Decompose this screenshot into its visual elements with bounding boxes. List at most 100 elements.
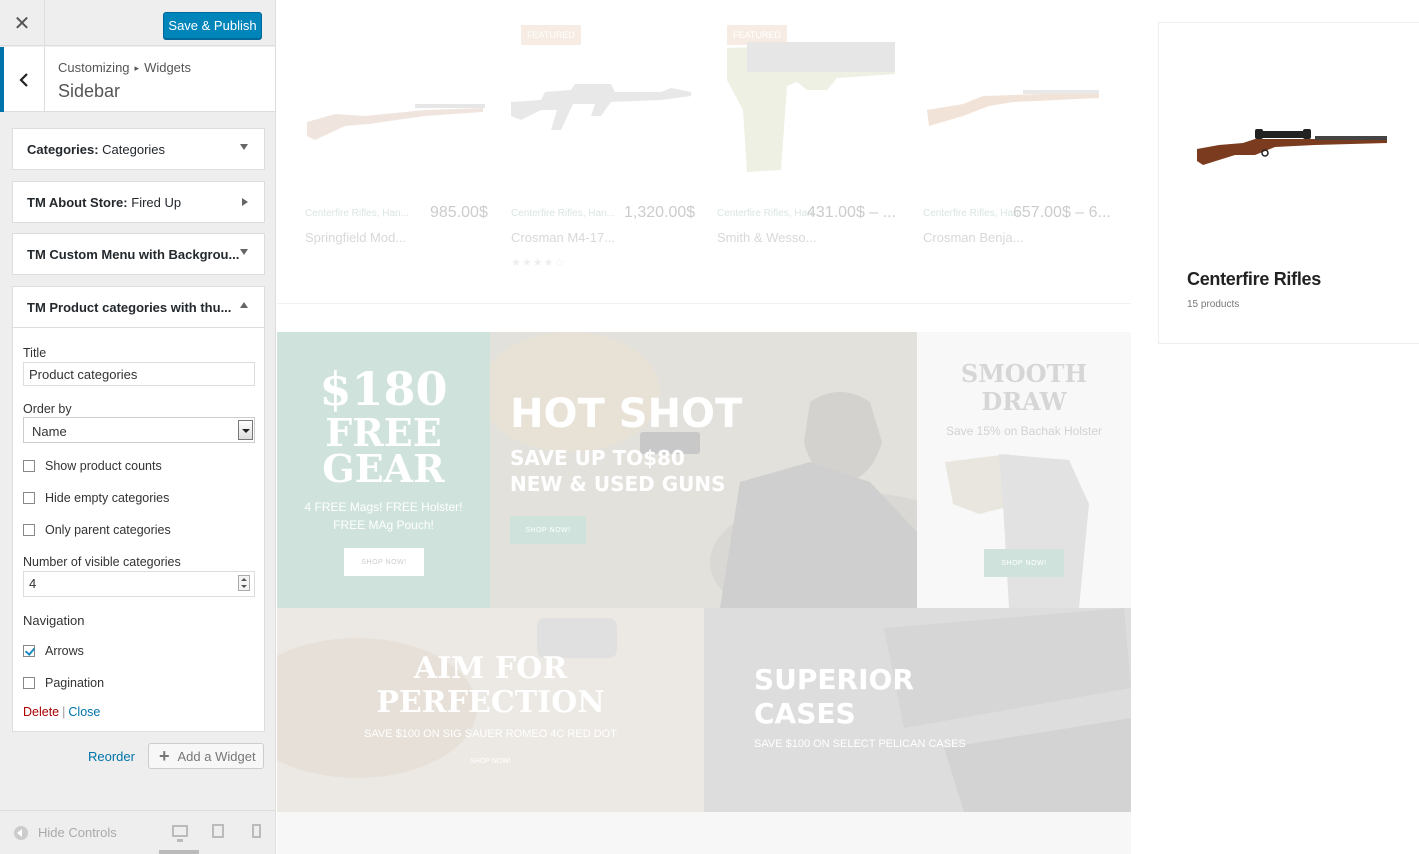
widget-header[interactable]: TM Custom Menu with Backgrou... (13, 234, 264, 274)
customizer-footer: Hide Controls (0, 810, 275, 854)
expand-arrow-icon[interactable] (240, 249, 248, 255)
product-price: 657.00$ – 6... (1013, 204, 1111, 221)
show-counts-row[interactable]: Show product counts (23, 459, 162, 473)
product-price: 1,320.00$ (624, 204, 696, 221)
banner-smooth-draw[interactable]: SMOOTH DRAW Save 15% on Bachak Holster S… (917, 332, 1131, 608)
widget-form: Title Product categories Order by Name S… (13, 327, 264, 731)
shop-now-link[interactable]: SHOP NOW! (277, 758, 704, 765)
collapse-arrow-icon[interactable] (240, 302, 248, 308)
only-parent-row[interactable]: Only parent categories (23, 523, 171, 537)
widget-product-categories[interactable]: TM Product categories with thu... Title … (12, 286, 265, 732)
widget-header[interactable]: TM Product categories with thu... (13, 287, 264, 327)
holster-image (945, 454, 1089, 608)
tablet-preview-icon[interactable] (212, 824, 224, 838)
product-category[interactable]: Centerfire Rifles, Han... (923, 208, 1027, 219)
product-name[interactable]: Smith & Wesso... (717, 230, 816, 245)
category-title[interactable]: Centerfire Rifles (1187, 269, 1321, 290)
preview-bottom-strip (277, 812, 1131, 854)
product-card[interactable]: Centerfire Rifles, Han... 985.00$ Spring… (305, 0, 488, 290)
title-input[interactable]: Product categories (23, 362, 255, 386)
breadcrumb-parent: Customizing (58, 60, 130, 75)
widget-title: Fired Up (131, 194, 182, 210)
reorder-link[interactable]: Reorder (88, 749, 135, 764)
product-card[interactable]: FEATURED Centerfire Rifles, Han... 431.0… (717, 0, 897, 290)
banner-subtext: SAVE $100 ON SIG SAUER ROMEO 4C RED DOT (364, 728, 617, 740)
arrows-row[interactable]: Arrows (23, 644, 84, 658)
widget-header[interactable]: Categories: Categories (13, 129, 264, 169)
close-link[interactable]: Close (68, 705, 100, 719)
title-label: Title (23, 346, 47, 360)
widget-about-store[interactable]: TM About Store: Fired Up (12, 181, 265, 223)
banner-title: SUPERIOR (754, 663, 914, 696)
back-arrow-icon[interactable] (0, 47, 45, 112)
product-name[interactable]: Crosman Benja... (923, 230, 1023, 245)
expand-arrow-icon[interactable] (240, 144, 248, 150)
plus-icon: + (159, 745, 170, 766)
banner-superior-cases[interactable]: SUPERIOR CASES SAVE $100 ON SELECT PELIC… (704, 608, 1131, 812)
close-icon[interactable]: ✕ (0, 0, 45, 46)
hide-empty-row[interactable]: Hide empty categories (23, 491, 169, 505)
product-rating: ★★★★☆ (511, 257, 566, 269)
collapse-icon (14, 825, 28, 840)
widget-categories[interactable]: Categories: Categories (12, 128, 265, 170)
product-card[interactable]: FEATURED Centerfire Rifles, Han... 1,320… (511, 0, 695, 290)
banner-title: SMOOTH (960, 359, 1088, 388)
expand-arrow-icon[interactable] (242, 198, 248, 206)
number-spinner-icon[interactable] (238, 575, 250, 591)
widget-custom-menu[interactable]: TM Custom Menu with Backgrou... (12, 233, 265, 275)
scoped-rifle-image (1197, 129, 1387, 165)
show-counts-label: Show product counts (45, 459, 162, 473)
product-category[interactable]: Centerfire Rifles, Han... (511, 208, 615, 219)
product-category[interactable]: Centerfire Rifles, Han... (305, 208, 409, 219)
category-card[interactable]: Centerfire Rifles 15 products (1158, 22, 1419, 344)
breadcrumb: Customizing ▸ Widgets (58, 60, 191, 75)
save-publish-button[interactable]: Save & Publish (163, 12, 262, 39)
air-rifle-image (927, 90, 1099, 126)
show-counts-checkbox[interactable] (23, 460, 35, 472)
visible-categories-input[interactable]: 4 (23, 571, 255, 597)
banner-amount: $180 (319, 362, 448, 416)
product-price: 431.00$ – ... (807, 204, 896, 221)
product-price: 985.00$ (430, 204, 488, 221)
desktop-preview-icon[interactable] (172, 825, 188, 842)
banner-title: PERFECTION (376, 685, 605, 720)
shop-now-button[interactable]: SHOP NOW! (984, 549, 1064, 577)
arrows-label: Arrows (45, 644, 84, 658)
actions-separator: | (62, 705, 66, 719)
widget-header[interactable]: TM About Store: Fired Up (13, 182, 264, 222)
section-header: Customizing ▸ Widgets Sidebar (0, 47, 275, 112)
hide-controls-button[interactable]: Hide Controls (14, 825, 117, 840)
banner-hot-shot[interactable]: HOT SHOT SAVE UP TO$80 NEW & USED GUNS S… (490, 332, 917, 608)
widget-type: Categories: (27, 141, 99, 157)
product-category[interactable]: Centerfire Rifles, Han... (717, 208, 821, 219)
only-parent-checkbox[interactable] (23, 524, 35, 536)
visible-categories-value: 4 (29, 576, 37, 591)
order-by-select[interactable]: Name (23, 417, 255, 443)
section-title: Sidebar (58, 81, 121, 101)
rifle-image (307, 104, 485, 140)
widget-type: TM About Store: (27, 194, 128, 210)
customizer-header: ✕ Save & Publish (0, 0, 275, 46)
delete-link[interactable]: Delete (23, 705, 59, 719)
mobile-preview-icon[interactable] (252, 824, 261, 838)
banner-free-gear[interactable]: $180 FREE GEAR 4 FREE Mags! FREE Holster… (277, 332, 490, 608)
pagination-checkbox[interactable] (23, 677, 35, 689)
product-name[interactable]: Crosman M4-17... (511, 230, 615, 245)
product-card[interactable]: Centerfire Rifles, Han... 657.00$ – 6...… (923, 0, 1111, 290)
add-widget-button[interactable]: + Add a Widget (148, 743, 264, 769)
pistol-image (727, 42, 895, 172)
site-preview: Centerfire Rifles, Han... 985.00$ Spring… (277, 0, 1419, 854)
customizer-panel: ✕ Save & Publish Customizing ▸ Widgets Sid… (0, 0, 276, 854)
only-parent-label: Only parent categories (45, 523, 171, 537)
arrows-checkbox[interactable] (23, 645, 35, 657)
banner-title: AIM FOR (413, 651, 568, 686)
dropdown-arrow-icon[interactable] (238, 420, 253, 440)
banner-subtext: FREE MAg Pouch! (333, 518, 434, 532)
shop-now-button[interactable]: SHOP NOW! (510, 516, 586, 544)
pagination-row[interactable]: Pagination (23, 676, 104, 690)
product-name[interactable]: Springfield Mod... (305, 230, 406, 245)
shop-now-button[interactable]: SHOP NOW! (344, 548, 424, 576)
hide-empty-checkbox[interactable] (23, 492, 35, 504)
banner-aim-perfection[interactable]: AIM FOR PERFECTION SAVE $100 ON SIG SAUE… (277, 608, 704, 812)
breadcrumb-child: Widgets (144, 60, 192, 75)
